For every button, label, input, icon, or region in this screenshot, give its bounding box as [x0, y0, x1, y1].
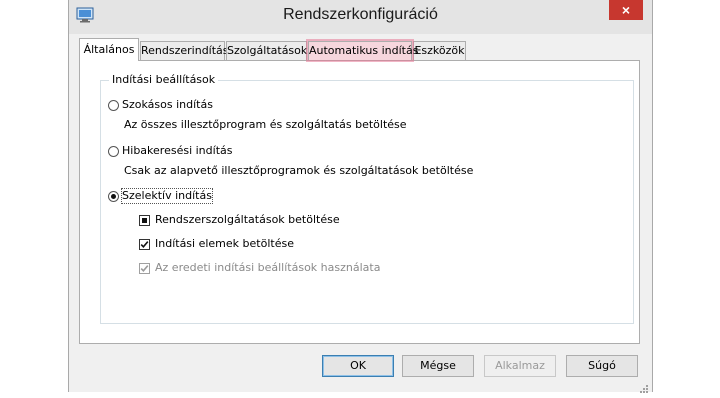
checkmark-icon — [140, 241, 149, 248]
selective-startup-radio[interactable] — [108, 191, 119, 202]
close-button[interactable]: × — [609, 0, 643, 20]
selective-startup-label[interactable]: Szelektív indítás — [121, 188, 213, 204]
tab-services[interactable]: Szolgáltatások — [226, 41, 307, 60]
load-system-services-label[interactable]: Rendszerszolgáltatások betöltése — [155, 213, 340, 227]
normal-startup-description: Az összes illesztőprogram és szolgáltatá… — [124, 118, 407, 131]
close-icon: × — [621, 2, 631, 18]
apply-button[interactable]: Alkalmaz — [484, 355, 556, 377]
resize-grip-icon[interactable] — [639, 379, 649, 393]
diagnostic-startup-label[interactable]: Hibakeresési indítás — [122, 144, 232, 158]
help-button[interactable]: Súgó — [566, 355, 638, 377]
cancel-button[interactable]: Mégse — [402, 355, 474, 377]
diagnostic-startup-description: Csak az alapvető illesztőprogramok és sz… — [124, 164, 474, 177]
checkmark-icon — [140, 265, 149, 272]
load-startup-items-label[interactable]: Indítási elemek betöltése — [155, 237, 294, 251]
general-tab-panel: Indítási beállítások Szokásos indítás Az… — [79, 60, 640, 344]
tab-boot[interactable]: Rendszerindítás — [140, 41, 229, 60]
startup-selection-group: Indítási beállítások Szokásos indítás Az… — [100, 73, 634, 324]
title-bar: Rendszerkonfiguráció × — [69, 0, 652, 34]
tab-startup[interactable]: Automatikus indítás — [308, 41, 418, 60]
group-label: Indítási beállítások — [109, 73, 219, 87]
use-original-boot-config-checkbox[interactable] — [139, 263, 150, 274]
tab-general[interactable]: Általános — [79, 38, 139, 61]
normal-startup-radio[interactable] — [108, 100, 119, 111]
ok-button[interactable]: OK — [322, 355, 394, 377]
normal-startup-label[interactable]: Szokásos indítás — [122, 98, 213, 112]
dialog-client-area: Általános Rendszerindítás Szolgáltatások… — [69, 34, 652, 393]
system-configuration-window: Rendszerkonfiguráció × Általános Rendsze… — [68, 0, 653, 393]
load-system-services-checkbox[interactable] — [139, 215, 150, 226]
tab-tools[interactable]: Eszközök — [413, 41, 466, 60]
window-title: Rendszerkonfiguráció — [283, 6, 438, 23]
use-original-boot-config-label[interactable]: Az eredeti indítási beállítások használa… — [155, 261, 380, 275]
diagnostic-startup-radio[interactable] — [108, 146, 119, 157]
load-startup-items-checkbox[interactable] — [139, 239, 150, 250]
